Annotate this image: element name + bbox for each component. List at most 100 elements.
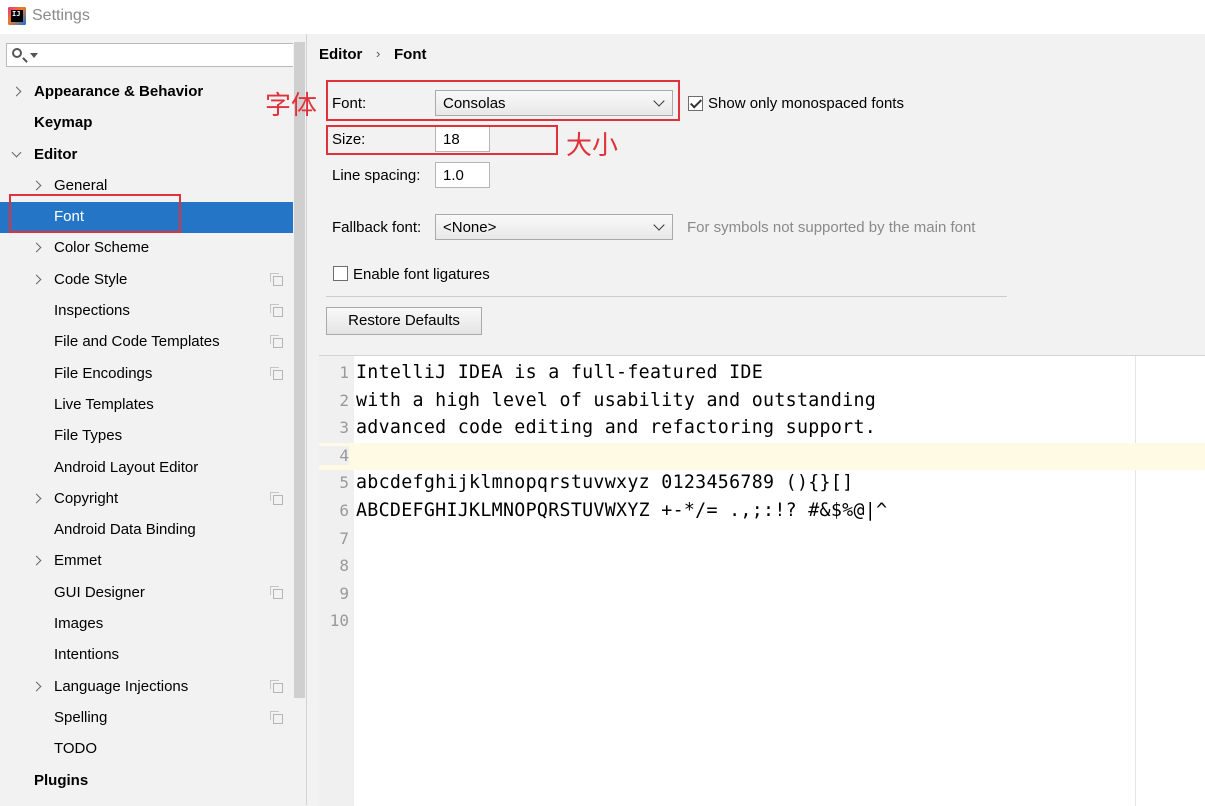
sidebar-item-label: Intentions (54, 646, 120, 664)
sidebar-item-label: Emmet (54, 552, 102, 570)
line-number: 4 (319, 445, 349, 465)
code-line[interactable]: 5 abcdefghijklmnopqrstuvwxyz 0123456789 (… (319, 470, 1205, 498)
chevron-right-icon[interactable] (31, 681, 42, 692)
sidebar-item-android-layout-editor[interactable]: Android Layout Editor (0, 453, 293, 484)
ligatures-checkbox[interactable] (333, 266, 348, 281)
sidebar-item-plugins[interactable]: Plugins (0, 766, 293, 797)
chevron-right-icon[interactable] (31, 493, 42, 504)
font-annotation-note: 字体 (265, 91, 318, 121)
line-number: 3 (339, 418, 349, 438)
sidebar-item-gui-designer[interactable]: GUI Designer (0, 578, 293, 609)
chevron-down-icon[interactable] (11, 147, 22, 158)
line-number: 2 (339, 390, 349, 410)
line-number: 5 (339, 473, 349, 493)
sidebar-item-label: Language Injections (54, 677, 189, 695)
code-line[interactable]: 1 IntelliJ IDEA is a full-featured IDE (319, 360, 1205, 388)
project-scope-icon (270, 585, 283, 599)
font-highlight-box (326, 80, 680, 121)
line-text: ABCDEFGHIJKLMNOPQRSTUVWXYZ +-*/= .,;:!? … (356, 500, 888, 521)
line-spacing-field[interactable]: 1.0 (435, 162, 490, 188)
sidebar-item-color-scheme[interactable]: Color Scheme (0, 233, 293, 264)
fallback-font-dropdown[interactable]: <None> (435, 214, 673, 240)
chevron-right-icon[interactable] (31, 274, 42, 285)
restore-defaults-button[interactable]: Restore Defaults (326, 307, 482, 335)
search-history-dropdown-icon[interactable] (30, 53, 38, 58)
sidebar-item-file-types[interactable]: File Types (0, 421, 293, 452)
search-input[interactable] (6, 43, 296, 67)
project-scope-icon (270, 710, 283, 724)
chevron-right-icon[interactable] (11, 86, 22, 97)
chevron-right-icon[interactable] (31, 180, 42, 191)
monospaced-label[interactable]: Show only monospaced fonts (708, 95, 904, 112)
line-number: 9 (339, 583, 349, 603)
sidebar-scrollbar-thumb[interactable] (294, 42, 305, 698)
chevron-right-icon[interactable] (31, 243, 42, 253)
breadcrumb-separator: › (376, 46, 381, 61)
separator (326, 296, 1007, 297)
sidebar-item-label: Keymap (34, 114, 93, 132)
sidebar-item-editor[interactable]: Editor (0, 140, 293, 171)
code-line[interactable]: 3 advanced code editing and refactoring s… (319, 415, 1205, 443)
monospaced-checkbox[interactable] (688, 96, 703, 111)
intellij-logo-icon: IJ (8, 7, 26, 25)
sidebar-item-copyright[interactable]: Copyright (0, 484, 293, 515)
sidebar-item-file-and-code-templates[interactable]: File and Code Templates (0, 327, 293, 358)
settings-sidebar: Appearance & Behavior Keymap Editor General… (0, 34, 306, 805)
code-line[interactable]: 2 with a high level of usability and outs… (319, 388, 1205, 416)
sidebar-item-todo[interactable]: TODO (0, 734, 293, 765)
line-text: advanced code editing and refactoring su… (356, 417, 877, 439)
code-line[interactable]: 10 (319, 608, 1205, 636)
sidebar-item-inspections[interactable]: Inspections (0, 296, 293, 327)
sidebar-item-code-style[interactable]: Code Style (0, 265, 293, 296)
fallback-font-value: <None> (443, 219, 497, 236)
code-line[interactable]: 6 ABCDEFGHIJKLMNOPQRSTUVWXYZ +-*/= .,;:!?… (319, 498, 1205, 526)
project-scope-icon (270, 366, 283, 380)
chevron-right-icon[interactable] (31, 556, 42, 566)
ligatures-label[interactable]: Enable font ligatures (353, 266, 490, 283)
line-text: IntelliJ IDEA is a full-featured IDE (356, 362, 764, 383)
project-scope-icon (270, 272, 283, 286)
line-spacing-label: Line spacing: (332, 167, 421, 184)
sidebar-item-label: File Encodings (54, 364, 153, 382)
line-number: 8 (339, 556, 349, 576)
code-line[interactable]: 4 (319, 442, 1205, 471)
code-line[interactable]: 7 (319, 526, 1205, 554)
sidebar-item-language-injections[interactable]: Language Injections (0, 672, 293, 703)
settings-tree: Appearance & Behavior Keymap Editor General… (0, 77, 293, 797)
window-title: Settings (32, 7, 90, 24)
sidebar-item-label: Code Style (54, 270, 128, 288)
sidebar-item-intentions[interactable]: Intentions (0, 640, 293, 671)
sidebar-item-label: Color Scheme (54, 239, 150, 257)
fallback-font-hint: For symbols not supported by the main fo… (687, 219, 976, 236)
sidebar-item-spelling[interactable]: Spelling (0, 703, 293, 734)
sidebar-item-label: General (54, 176, 108, 194)
sidebar-item-appearance-behavior[interactable]: Appearance & Behavior (0, 77, 293, 108)
sidebar-item-images[interactable]: Images (0, 609, 293, 640)
font-item-highlight-box (9, 194, 181, 233)
sidebar-item-label: TODO (54, 740, 98, 758)
sidebar-item-keymap[interactable]: Keymap (0, 108, 293, 139)
font-preview-editor[interactable]: 1 IntelliJ IDEA is a full-featured IDE 2 wi… (319, 355, 1205, 806)
search-icon[interactable] (12, 48, 22, 58)
sidebar-item-live-templates[interactable]: Live Templates (0, 390, 293, 421)
sidebar-item-label: Plugins (34, 771, 89, 789)
line-spacing-value: 1.0 (443, 167, 464, 184)
sidebar-item-label: Images (54, 615, 104, 633)
sidebar-item-label: Appearance & Behavior (34, 83, 204, 100)
sidebar-item-label: File Types (54, 427, 123, 445)
breadcrumb-current: Font (394, 46, 427, 63)
code-line[interactable]: 8 (319, 553, 1205, 581)
code-line[interactable]: 9 (319, 581, 1205, 609)
sidebar-item-emmet[interactable]: Emmet (0, 546, 293, 577)
project-scope-icon (270, 304, 283, 318)
project-scope-icon (270, 491, 283, 505)
sidebar-item-label: Inspections (54, 302, 130, 320)
sidebar-item-label: Editor (34, 145, 78, 163)
sidebar-item-file-encodings[interactable]: File Encodings (0, 359, 293, 390)
size-annotation-note: 大小 (566, 131, 619, 161)
line-text: abcdefghijklmnopqrstuvwxyz 0123456789 ()… (356, 472, 854, 494)
line-number: 7 (339, 528, 349, 548)
line-number: 1 (339, 363, 349, 382)
sidebar-item-android-data-binding[interactable]: Android Data Binding (0, 515, 293, 546)
breadcrumb-parent[interactable]: Editor (319, 46, 362, 63)
